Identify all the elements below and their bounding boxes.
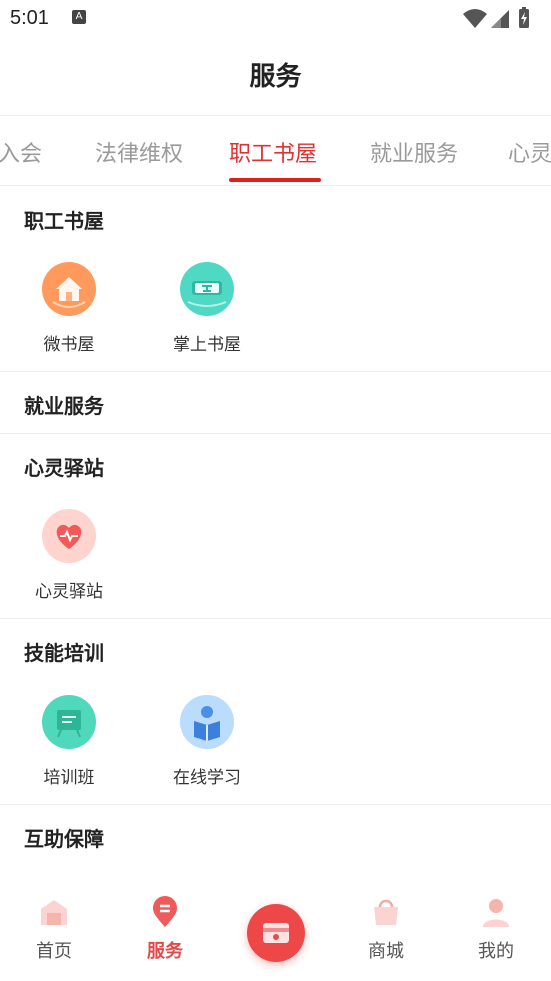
bottom-tab-bar: 首页 服务 商城 我的 <box>0 877 551 981</box>
nav-label: 我的 <box>478 941 514 962</box>
nav-label: 商城 <box>368 941 404 962</box>
user-icon <box>483 899 509 927</box>
section-skill-training: 技能培训 培训班 在线学习 <box>0 619 551 805</box>
tab-mind[interactable]: 心灵 <box>508 136 551 168</box>
section-title: 心灵驿站 <box>24 456 104 480</box>
center-card-button[interactable] <box>247 904 305 962</box>
nav-mall[interactable]: 商城 <box>341 895 431 963</box>
nav-profile[interactable]: 我的 <box>451 895 541 963</box>
gesture-indicator <box>0 977 4 981</box>
item-label: 在线学习 <box>173 768 241 788</box>
item-label: 掌上书屋 <box>173 335 241 355</box>
nav-label: 首页 <box>36 941 72 962</box>
category-tabs[interactable]: 入会 法律维权 职工书屋 就业服务 心灵 <box>0 116 551 186</box>
section-title: 互助保障 <box>24 827 104 851</box>
status-icons <box>463 7 529 28</box>
section-mutual-aid: 互助保障 <box>0 805 551 877</box>
active-tab-indicator <box>229 178 321 182</box>
item-label: 心灵驿站 <box>35 582 103 602</box>
item-label: 微书屋 <box>43 335 95 355</box>
wifi-icon <box>463 9 487 28</box>
reader-icon <box>180 695 234 749</box>
nav-service[interactable]: 服务 <box>120 895 210 963</box>
status-bar: 5:01 A <box>0 0 551 38</box>
nav-label: 服务 <box>147 941 183 962</box>
service-content[interactable]: 职工书屋 微书屋 掌上书屋 就业服务 心灵驿站 心灵驿站 技能培训 培训班 在线… <box>0 187 551 877</box>
page-title: 服务 <box>249 62 302 92</box>
tab-join[interactable]: 入会 <box>0 136 42 168</box>
section-title: 技能培训 <box>24 641 104 665</box>
item-online-learning[interactable]: 在线学习 <box>152 695 262 788</box>
item-label: 培训班 <box>43 768 95 788</box>
section-workers-library: 职工书屋 微书屋 掌上书屋 <box>0 187 551 372</box>
book-icon <box>180 262 234 316</box>
house-icon <box>42 262 96 316</box>
tab-employment[interactable]: 就业服务 <box>370 136 458 168</box>
bag-icon <box>374 899 398 925</box>
home-icon <box>41 900 67 925</box>
section-title: 职工书屋 <box>24 209 104 233</box>
item-micro-library[interactable]: 微书屋 <box>14 262 124 355</box>
item-training-class[interactable]: 培训班 <box>14 695 124 788</box>
service-icon <box>153 896 177 927</box>
title-bar: 服务 <box>0 38 551 116</box>
tab-legal[interactable]: 法律维权 <box>95 136 183 168</box>
status-time: 5:01 <box>10 7 49 29</box>
nav-home[interactable]: 首页 <box>9 895 99 963</box>
item-palm-library[interactable]: 掌上书屋 <box>152 262 262 355</box>
board-icon <box>42 695 96 749</box>
item-mind-station[interactable]: 心灵驿站 <box>14 509 124 602</box>
section-mind-station: 心灵驿站 心灵驿站 <box>0 434 551 619</box>
notification-badge-icon: A <box>72 10 86 24</box>
tab-workers-library[interactable]: 职工书屋 <box>229 136 317 168</box>
section-title: 就业服务 <box>24 394 104 418</box>
section-employment: 就业服务 <box>0 372 551 434</box>
card-icon <box>263 923 289 943</box>
heart-icon <box>42 509 96 563</box>
